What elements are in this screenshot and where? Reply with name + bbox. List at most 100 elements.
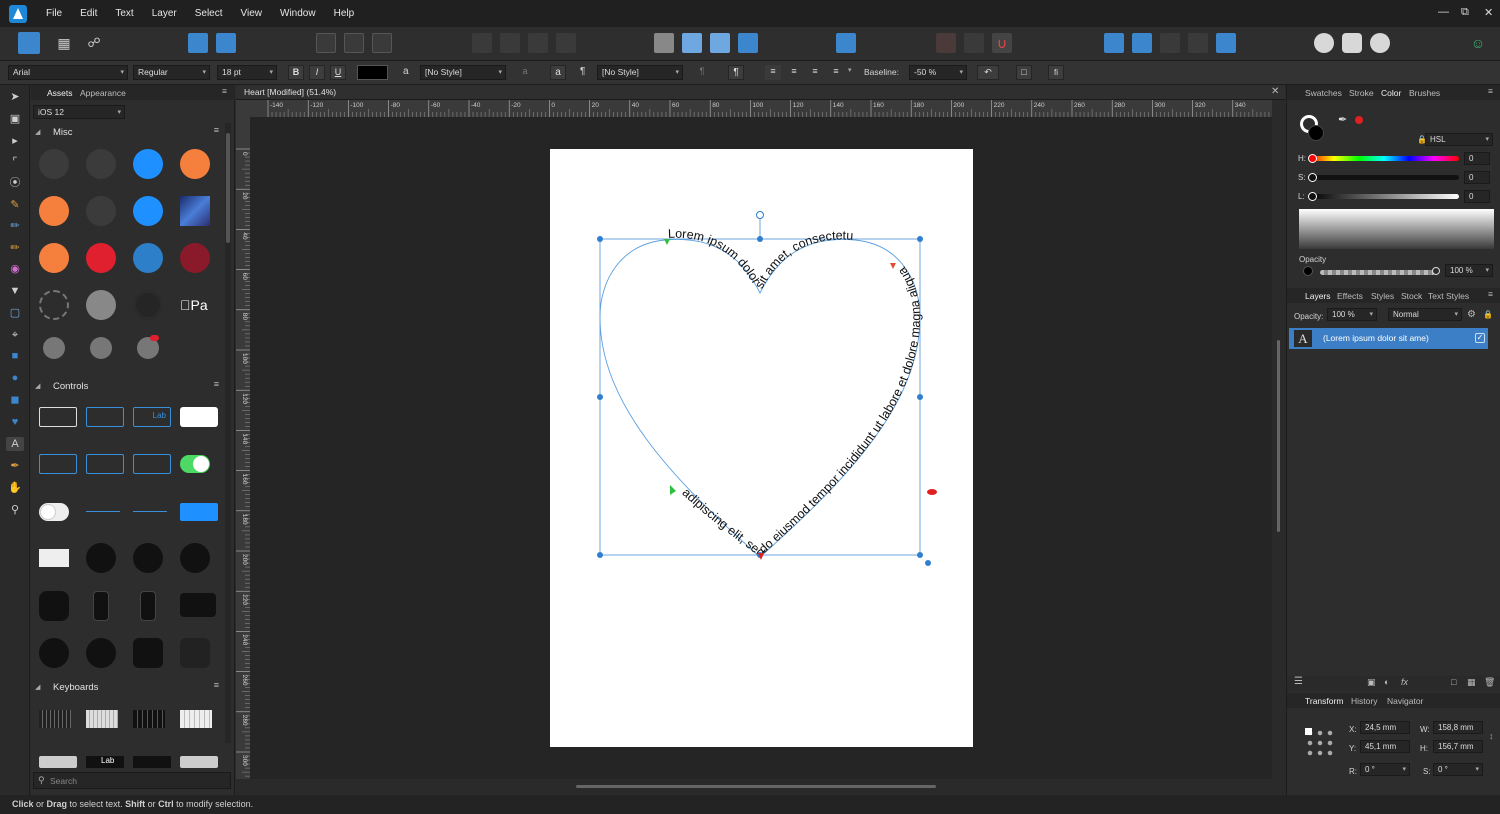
horizontal-scrollbar[interactable] — [236, 779, 1285, 794]
document-title[interactable]: Heart [Modified] (51.4%) — [244, 87, 336, 97]
tab-history[interactable]: History — [1351, 696, 1377, 706]
control-bracket-mid[interactable] — [86, 454, 124, 474]
minimize-icon[interactable]: — — [1438, 6, 1449, 18]
toggle-off-switch[interactable] — [39, 503, 69, 521]
horizontal-scroll-thumb[interactable] — [576, 785, 936, 788]
radio-dot-icon[interactable] — [133, 290, 163, 320]
close-document-icon[interactable]: ✕ — [1271, 86, 1279, 97]
assets-search-box[interactable]: ⚲ Search — [33, 772, 231, 789]
ellipse-tool-icon[interactable]: ● — [8, 371, 22, 385]
keyboard-bar-3[interactable] — [133, 756, 171, 768]
wallpaper-thumbnail[interactable] — [180, 196, 210, 226]
menu-window[interactable]: Window — [271, 8, 325, 19]
heart-path-text-overlay[interactable]: sit amet, consectetur adipiscing elit, s… — [250, 117, 1272, 779]
path-overflow-indicator[interactable] — [927, 489, 937, 495]
place-image-icon[interactable]: ▢ — [8, 306, 22, 320]
baseline-field[interactable]: -50 % ▾ — [909, 65, 967, 80]
insert-behind-icon[interactable] — [1342, 33, 1362, 53]
control-field-white[interactable] — [39, 407, 77, 427]
assets-scrollbar[interactable] — [225, 123, 231, 743]
shear-field[interactable]: 0 ° ▾ — [1433, 763, 1483, 776]
timer-icon[interactable] — [180, 543, 210, 573]
zoom-tool-icon[interactable]: ⚲ — [8, 503, 22, 517]
font-size-field[interactable]: 18 pt ▾ — [217, 65, 277, 80]
keyboard-bar-1[interactable] — [39, 756, 77, 768]
artistic-text-tool-icon[interactable]: A — [6, 437, 24, 451]
move-tool-icon[interactable]: ➤ — [8, 90, 22, 104]
mask-layer-icon[interactable]: ▣ — [1367, 677, 1376, 688]
arrange-back-icon[interactable] — [472, 33, 492, 53]
lightness-knob[interactable] — [1308, 192, 1317, 201]
keyboard-bar-2[interactable]: Lab — [86, 756, 124, 768]
pixel-persona-icon[interactable]: ▦ — [54, 33, 74, 53]
italic-button[interactable]: I — [309, 65, 325, 80]
layer-name[interactable]: (Lorem ipsum dolor sit ame) — [1323, 333, 1429, 343]
snapping-icon[interactable] — [316, 33, 336, 53]
char-a-button[interactable]: a — [550, 65, 566, 80]
reverse-path-icon[interactable]: ↶ — [977, 65, 999, 80]
layer-row-text[interactable]: A (Lorem ipsum dolor sit ame) ✓ — [1289, 328, 1488, 349]
text-end-marker[interactable] — [890, 263, 896, 269]
control-divider-1[interactable] — [86, 511, 120, 512]
font-style-dropdown[interactable]: Regular ▾ — [133, 65, 210, 80]
x-field[interactable]: 24,5 mm — [1360, 721, 1410, 734]
intersect-icon[interactable] — [1160, 33, 1180, 53]
view-tool-icon[interactable]: ✋ — [8, 481, 22, 495]
badge-avatar-1[interactable] — [43, 337, 65, 359]
subtract-icon[interactable] — [1132, 33, 1152, 53]
calculator-icon[interactable] — [133, 543, 163, 573]
link-proportions-icon[interactable]: ↕ — [1489, 731, 1494, 741]
restore-icon[interactable]: ⧉ — [1461, 6, 1469, 19]
eyedropper-icon[interactable]: ✒ — [1338, 113, 1347, 126]
text-start-marker-2[interactable] — [670, 485, 676, 495]
tab-assets[interactable]: Assets — [47, 88, 73, 98]
add-layer-icon[interactable]: □ — [1451, 677, 1456, 687]
align-left-icon[interactable]: ≡ — [765, 65, 781, 80]
control-gray-card[interactable] — [39, 549, 69, 567]
control-bracket-line[interactable] — [133, 454, 171, 474]
control-bracket-left[interactable] — [39, 454, 77, 474]
avatar-icon[interactable] — [86, 290, 116, 320]
color-picker-icon[interactable]: ✒ — [8, 459, 22, 473]
hue-slider[interactable] — [1309, 156, 1459, 161]
justify-dropdown-icon[interactable]: ▾ — [848, 66, 852, 74]
tab-navigator[interactable]: Navigator — [1387, 696, 1423, 706]
fuel-icon[interactable] — [133, 149, 163, 179]
menu-select[interactable]: Select — [186, 8, 232, 19]
artboard-tool-icon[interactable]: ▣ — [8, 112, 22, 126]
toggle-on-switch[interactable] — [180, 455, 210, 473]
export-persona-icon[interactable]: ☍ — [84, 33, 104, 53]
tab-text-styles[interactable]: Text Styles — [1428, 291, 1469, 301]
underline-button[interactable]: U — [330, 65, 346, 80]
group-layer-icon[interactable]: ▦ — [1467, 677, 1476, 688]
reply-icon[interactable] — [133, 196, 163, 226]
pen-tool-icon[interactable]: ✎ — [8, 198, 22, 212]
grid-icon[interactable] — [936, 33, 956, 53]
add-icon[interactable] — [1104, 33, 1124, 53]
menu-edit[interactable]: Edit — [71, 8, 106, 19]
align-right-icon[interactable]: ≡ — [807, 65, 823, 80]
screen-mirroring-icon[interactable] — [180, 593, 216, 617]
layer-settings-gear-icon[interactable]: ⚙ — [1467, 309, 1476, 320]
h-field[interactable]: 156,7 mm — [1433, 740, 1483, 753]
keyboard-light-1[interactable] — [86, 710, 118, 728]
restaurant-icon[interactable] — [39, 196, 69, 226]
menu-view[interactable]: View — [232, 8, 272, 19]
opacity-field[interactable]: 100 % ▾ — [1445, 264, 1493, 277]
vertical-scroll-thumb[interactable] — [1277, 340, 1280, 532]
tab-effects[interactable]: Effects — [1337, 291, 1363, 301]
location-arrow-icon[interactable] — [86, 149, 116, 179]
coffee-icon[interactable] — [180, 149, 210, 179]
text-color-swatch[interactable] — [357, 65, 388, 80]
align-icon[interactable] — [836, 33, 856, 53]
layers-menu-icon[interactable]: ≡ — [1488, 289, 1493, 299]
anchor-selected[interactable] — [1305, 728, 1312, 735]
slider-brightness-icon[interactable] — [140, 591, 156, 621]
delete-layer-icon[interactable]: 🗑 — [1484, 677, 1495, 688]
fingerprint-icon[interactable] — [180, 243, 210, 273]
rectangle-tool-icon[interactable]: ■ — [8, 349, 22, 363]
menu-file[interactable]: File — [37, 8, 71, 19]
font-family-dropdown[interactable]: Arial ▾ — [8, 65, 128, 80]
y-field[interactable]: 45,1 mm — [1360, 740, 1410, 753]
saturation-slider[interactable] — [1309, 175, 1459, 180]
